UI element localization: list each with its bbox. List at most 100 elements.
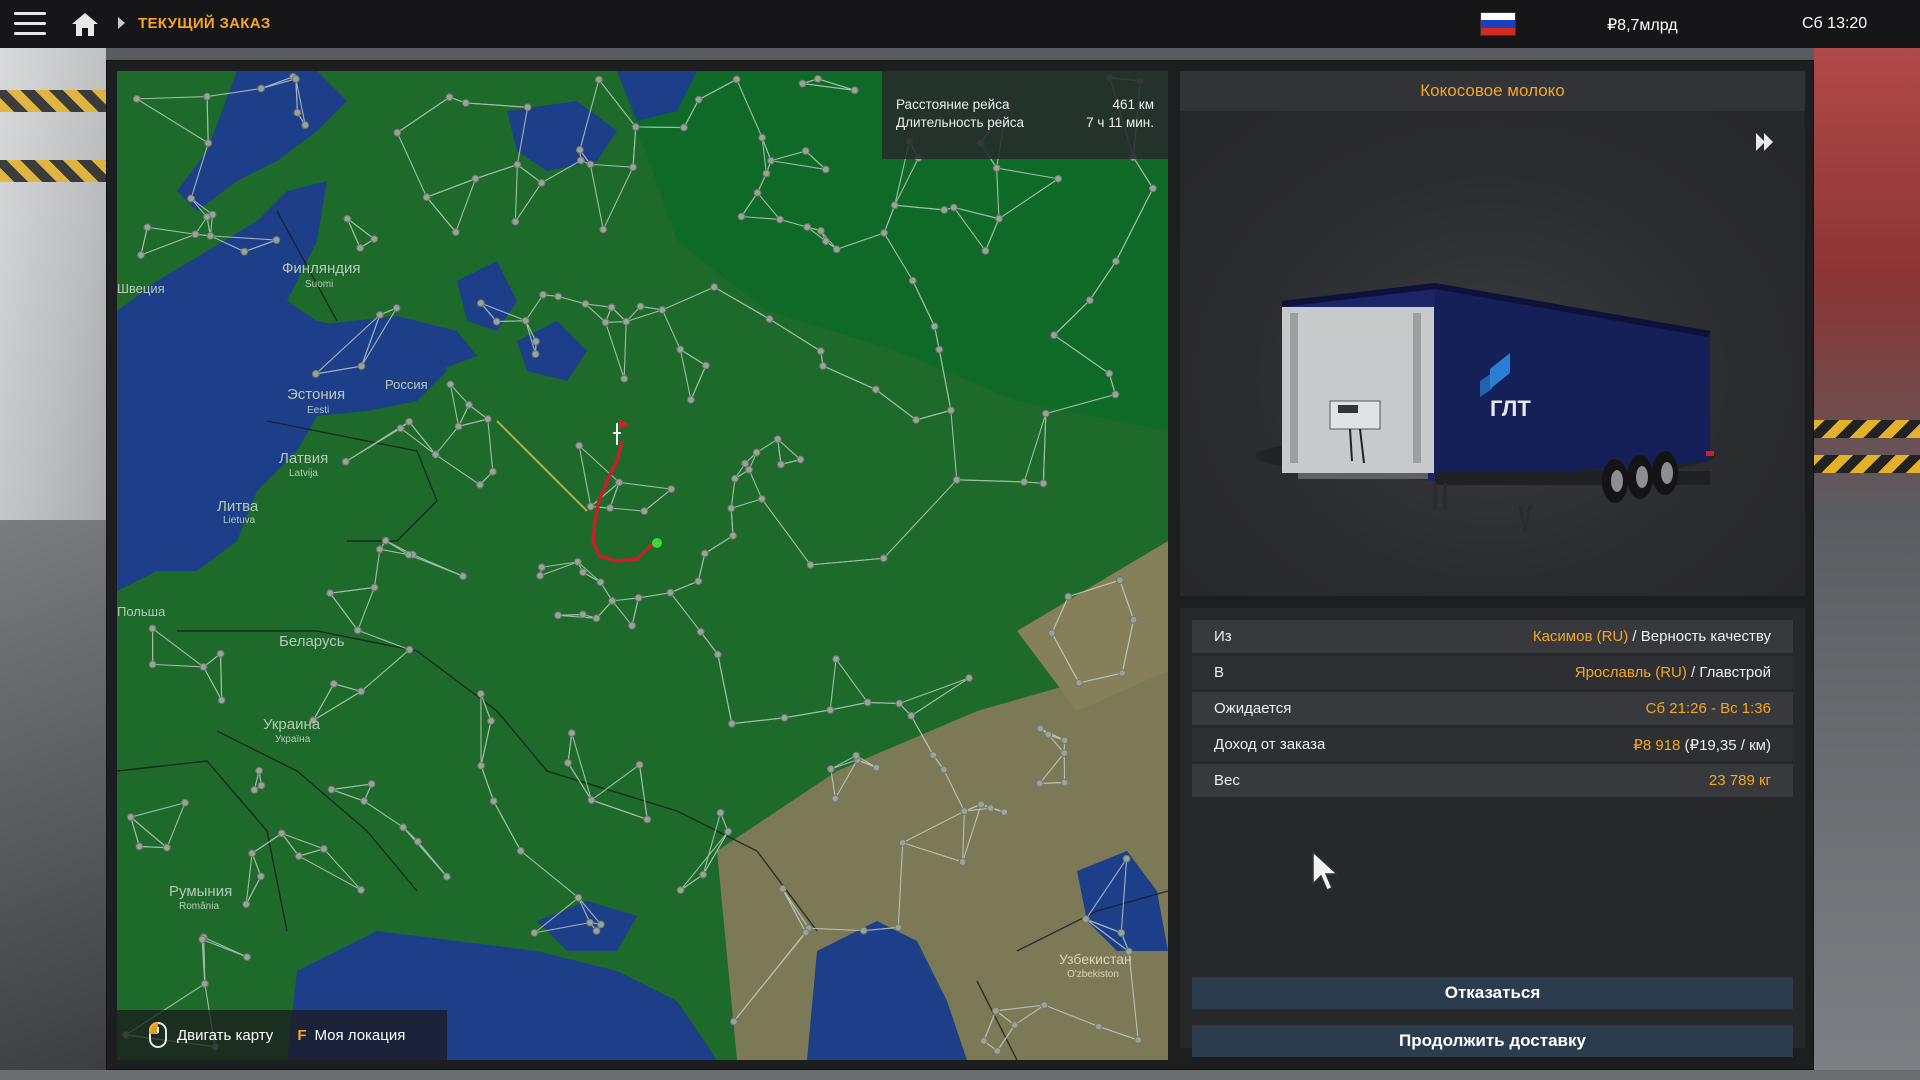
map-label: Латвия [279,450,328,467]
map-city-dot [694,577,703,586]
map-city-dot [680,123,688,132]
route-map[interactable]: Финляндия Suomi Эстония Eesti Латвия Lat… [117,71,1168,1060]
map-city-dot [301,121,310,129]
map-city-dot [710,283,719,291]
map-city-dot [1094,1022,1103,1031]
map-label: Польша [117,604,166,619]
map-city-dot [977,800,986,809]
map-city-dot [445,93,454,102]
map-city-dot [965,674,973,682]
map-city-dot [576,156,585,165]
map-city-dot [341,457,350,466]
map-city-dot [539,290,548,299]
map-city-dot [777,460,785,469]
map-city-dot [765,315,774,323]
map-city-dot [821,165,830,174]
map-city-dot [676,345,685,354]
continue-delivery-button[interactable]: Продолжить доставку [1192,1025,1793,1057]
map-city-dot [737,212,746,221]
map-city-dot [947,406,955,415]
map-city-dot [596,920,605,929]
map-city-dot [1075,678,1083,687]
map-label: Румыния [169,883,232,900]
map-city-dot [511,217,520,226]
my-location-hint[interactable]: Моя локация [314,1027,405,1044]
map-city-dot [814,74,822,83]
map-city-dot [217,696,226,705]
map-city-dot [513,160,522,169]
map-city-dot [890,201,899,210]
breadcrumb-current-order[interactable]: ТЕКУЩИЙ ЗАКАЗ [138,15,271,32]
cargo-title: Кокосовое молоко [1180,71,1805,111]
expected-label: Ожидается [1214,700,1292,717]
to-separator: / [1686,664,1700,681]
map-city-dot [431,450,440,459]
map-city-dot [477,761,485,770]
map-hints-bar: Двигать карту F Моя локация [117,1010,447,1060]
map-city-dot [135,842,144,851]
map-city-dot [667,485,676,494]
map-city-dot [163,843,171,852]
map-city-dot [607,303,616,312]
map-canvas[interactable]: Финляндия Suomi Эстония Eesti Латвия Lat… [117,71,1168,1060]
map-city-dot [731,474,739,483]
map-city-dot [606,504,614,512]
map-city-dot [399,823,408,832]
map-city-dot [203,213,211,221]
map-city-dot [199,663,208,671]
map-city-dot [392,304,401,312]
map-city-dot [1129,615,1138,624]
map-city-dot [981,246,990,255]
money-balance: ₽8,7млрд [1607,17,1678,34]
map-label: Узбекистан [1059,951,1132,967]
map-city-dot [272,236,281,244]
map-city-dot [716,808,725,817]
cancel-order-button[interactable]: Отказаться [1192,977,1793,1009]
map-city-dot [537,178,546,187]
background-hazard-stripe [0,90,106,112]
map-city-dot [894,923,903,932]
detail-row-weight: Вес 23 789 кг [1192,764,1793,797]
map-city-dot [816,347,825,356]
map-city-dot [198,935,207,944]
map-city-dot [622,317,631,326]
map-city-dot [1050,331,1059,340]
map-city-dot [819,362,827,370]
background-hazard-stripe [1814,455,1920,473]
map-city-dot [729,1017,738,1026]
map-city-dot [143,223,152,232]
from-label: Из [1214,628,1232,645]
map-city-dot [831,794,840,803]
map-city-dot [404,550,413,559]
map-city-dot [940,206,949,214]
map-city-dot [615,478,624,487]
map-city-dot [1117,928,1126,937]
trip-info-panel: Расстояние рейса 461 км Длительность рей… [882,71,1168,159]
map-city-dot [741,459,750,468]
map-city-dot [1122,854,1131,863]
map-city-dot [640,507,649,516]
map-city-dot [895,699,904,708]
map-city-dot [658,305,667,314]
trailer-brand-logo: ГЛТ [1490,396,1531,421]
map-city-dot [476,299,485,308]
map-city-dot [1010,1021,1019,1029]
map-city-dot [757,494,766,503]
hamburger-menu-icon[interactable] [14,12,46,36]
home-icon[interactable] [70,11,100,37]
map-city-dot [531,350,540,359]
map-city-dot [257,84,265,93]
map-city-dot [200,979,209,988]
map-city-dot [699,870,708,879]
map-city-dot [676,886,685,895]
map-city-dot [255,766,264,775]
detail-row-expected: Ожидается Сб 21:26 - Вс 1:36 [1192,692,1793,725]
map-city-dot [1000,808,1009,816]
map-city-dot [492,317,501,326]
detail-row-to: В Ярославль (RU) / Главстрой [1192,656,1793,689]
map-city-dot [148,624,157,633]
map-city-dot [1041,409,1050,418]
map-city-dot [413,837,422,846]
map-label: Россия [385,377,428,392]
map-city-dot [465,400,473,409]
